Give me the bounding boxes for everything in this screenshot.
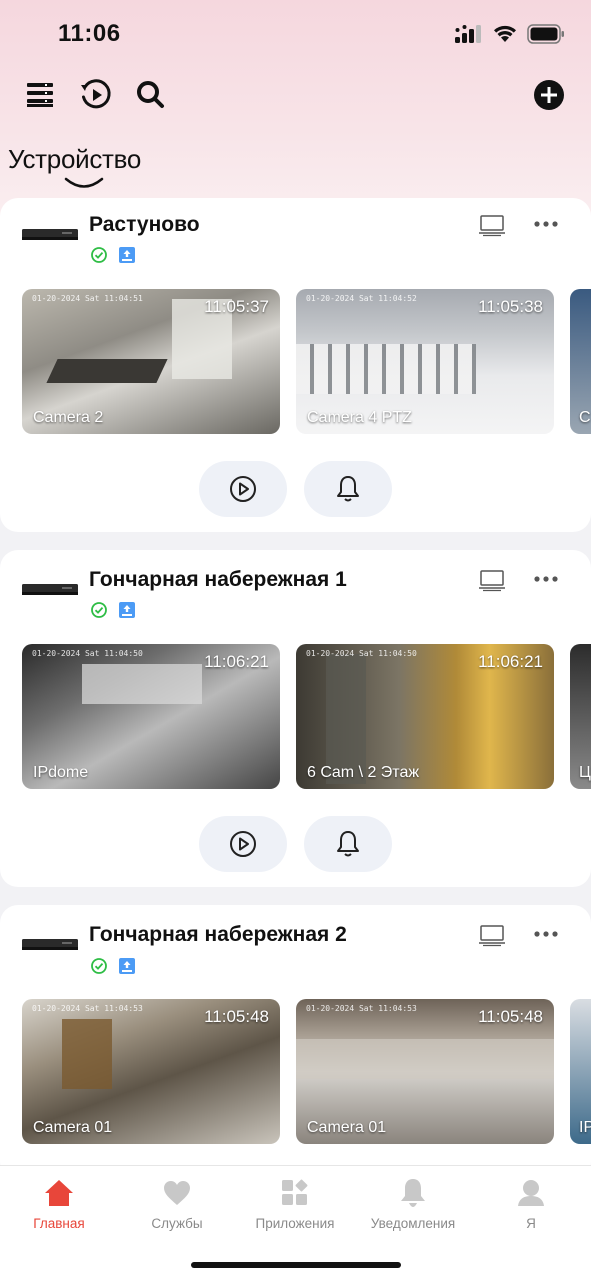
camera-name: Camera 01 bbox=[307, 1119, 387, 1136]
bell-icon bbox=[337, 831, 359, 857]
camera-time: 11:05:37 bbox=[204, 297, 269, 316]
user-icon bbox=[518, 1180, 544, 1206]
camera-name: Camera 2 bbox=[33, 409, 104, 426]
camera-name: Ц bbox=[579, 764, 591, 781]
camera-name: Camera 01 bbox=[33, 1119, 113, 1136]
camera-thumbnail[interactable]: 01-20-2024 Sat 11:04:53 11:05:48 Camera … bbox=[22, 999, 280, 1144]
online-status-icon bbox=[91, 958, 107, 974]
monitor-icon[interactable] bbox=[479, 925, 505, 947]
monitor-icon[interactable] bbox=[479, 215, 505, 237]
camera-thumbnail[interactable]: 01-20-2024 Sat 11:04:50 11:06:21 6 Cam \… bbox=[296, 644, 554, 789]
bell-icon bbox=[401, 1179, 425, 1207]
signal-icon bbox=[455, 25, 481, 43]
camera-name: IPdome bbox=[33, 764, 89, 781]
camera-thumbnail[interactable]: 01-20-2024 Sat 11:04:50 11:06:21 IPdome bbox=[22, 644, 280, 789]
playback-button[interactable] bbox=[199, 461, 287, 517]
nav-label: Службы bbox=[151, 1216, 203, 1231]
camera-time: 11:05:38 bbox=[478, 297, 543, 316]
online-status-icon bbox=[91, 247, 107, 263]
nav-home[interactable]: Главная bbox=[0, 1166, 118, 1246]
camera-time: 11:05:48 bbox=[204, 1007, 269, 1026]
status-time: 11:06 bbox=[58, 20, 121, 47]
scene-trucks bbox=[296, 344, 476, 394]
online-status-icon bbox=[91, 602, 107, 618]
nvr-icon bbox=[22, 939, 78, 950]
scene-yard bbox=[296, 1039, 554, 1079]
camera-name: C bbox=[579, 409, 591, 426]
tab-indicator bbox=[64, 177, 104, 188]
nav-label: Главная bbox=[33, 1216, 85, 1231]
status-icons bbox=[455, 24, 565, 44]
nav-services[interactable]: Службы bbox=[118, 1166, 236, 1246]
alarm-button[interactable] bbox=[304, 461, 392, 517]
nav-profile[interactable]: Я bbox=[472, 1166, 590, 1246]
list-icon[interactable] bbox=[24, 78, 58, 112]
nav-label: Приложения bbox=[255, 1216, 335, 1231]
more-icon[interactable] bbox=[533, 215, 559, 237]
play-circle-icon bbox=[230, 476, 256, 502]
playback-icon[interactable] bbox=[79, 78, 113, 112]
device-name[interactable]: Гончарная набережная 1 bbox=[89, 568, 347, 592]
camera-stamp: 01-20-2024 Sat 11:04:53 bbox=[306, 1004, 417, 1013]
camera-time: 11:05:48 bbox=[478, 1007, 543, 1026]
monitor-icon[interactable] bbox=[479, 570, 505, 592]
camera-thumbnail[interactable]: Ц bbox=[570, 644, 591, 789]
camera-thumbnail[interactable]: IP bbox=[570, 999, 591, 1144]
wifi-icon bbox=[494, 25, 516, 42]
camera-name: IP bbox=[579, 1119, 591, 1136]
more-icon[interactable] bbox=[533, 925, 559, 947]
more-icon[interactable] bbox=[533, 570, 559, 592]
camera-thumbnail[interactable]: 01-20-2024 Sat 11:04:52 11:05:38 Camera … bbox=[296, 289, 554, 434]
alarm-button[interactable] bbox=[304, 816, 392, 872]
playback-button[interactable] bbox=[199, 816, 287, 872]
nav-notifications[interactable]: Уведомления bbox=[354, 1166, 472, 1246]
device-card: Гончарная набережная 1 01-20-2024 Sat 11… bbox=[0, 550, 591, 887]
battery-icon bbox=[527, 24, 564, 44]
camera-stamp: 01-20-2024 Sat 11:04:50 bbox=[32, 649, 143, 658]
nav-label: Уведомления bbox=[370, 1216, 456, 1231]
camera-thumbnail[interactable]: 01-20-2024 Sat 11:04:53 11:05:48 Camera … bbox=[296, 999, 554, 1144]
device-card: Растуново 01-20-2024 Sat 11:04:51 11:05:… bbox=[0, 198, 591, 532]
heart-icon bbox=[164, 1181, 190, 1205]
nvr-icon bbox=[22, 229, 78, 240]
camera-name: 6 Cam \ 2 Этаж bbox=[307, 764, 420, 781]
camera-time: 11:06:21 bbox=[478, 652, 543, 671]
camera-thumbnail[interactable]: C bbox=[570, 289, 591, 434]
device-card: Гончарная набережная 2 01-20-2024 Sat 11… bbox=[0, 905, 591, 1180]
device-name[interactable]: Гончарная набережная 2 bbox=[89, 923, 347, 947]
camera-time: 11:06:21 bbox=[204, 652, 269, 671]
toolbar bbox=[0, 78, 591, 118]
scene-mat bbox=[46, 359, 168, 383]
storage-icon bbox=[119, 958, 135, 974]
camera-stamp: 01-20-2024 Sat 11:04:51 bbox=[32, 294, 143, 303]
camera-stamp: 01-20-2024 Sat 11:04:53 bbox=[32, 1004, 143, 1013]
storage-icon bbox=[119, 602, 135, 618]
scene-door bbox=[62, 1019, 112, 1089]
camera-stamp: 01-20-2024 Sat 11:04:50 bbox=[306, 649, 417, 658]
scene-kitchen bbox=[82, 664, 202, 704]
storage-icon bbox=[119, 247, 135, 263]
header: 11:06 Устройство bbox=[0, 0, 591, 215]
play-circle-icon bbox=[230, 831, 256, 857]
tab-devices[interactable]: Устройство bbox=[8, 144, 141, 175]
camera-stamp: 01-20-2024 Sat 11:04:52 bbox=[306, 294, 417, 303]
device-name[interactable]: Растуново bbox=[89, 213, 200, 237]
home-icon bbox=[45, 1180, 73, 1206]
nav-label: Я bbox=[526, 1216, 536, 1231]
nvr-icon bbox=[22, 584, 78, 595]
apps-icon bbox=[282, 1179, 308, 1205]
bell-icon bbox=[337, 476, 359, 502]
nav-apps[interactable]: Приложения bbox=[236, 1166, 354, 1246]
add-icon[interactable] bbox=[532, 78, 566, 112]
camera-name: Camera 4 PTZ bbox=[307, 409, 412, 426]
search-icon[interactable] bbox=[134, 78, 168, 112]
camera-thumbnail[interactable]: 01-20-2024 Sat 11:04:51 11:05:37 Camera … bbox=[22, 289, 280, 434]
home-indicator bbox=[191, 1262, 401, 1268]
